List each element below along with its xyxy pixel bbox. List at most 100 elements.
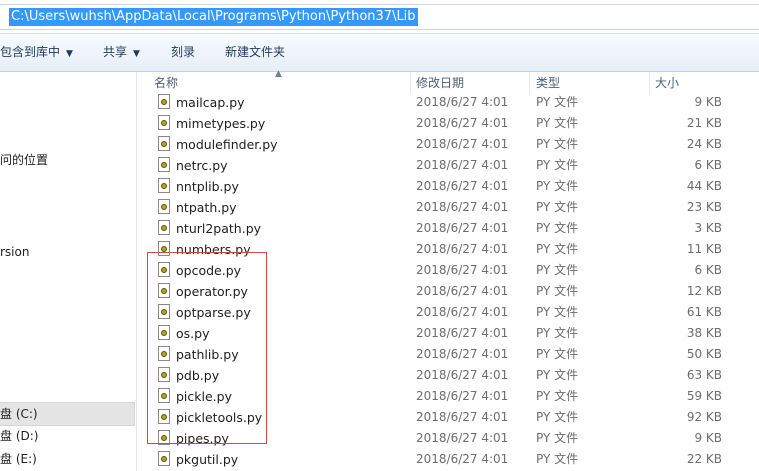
column-header-name[interactable]: 名称 <box>154 72 178 94</box>
address-path[interactable]: C:\Users\wuhsh\AppData\Local\Programs\Py… <box>9 8 418 26</box>
file-size: 92 KB <box>686 410 722 424</box>
file-type: PY 文件 <box>536 347 579 361</box>
file-row[interactable]: optparse.py 2018/6/27 4:01 PY 文件 61 KB <box>146 302 759 323</box>
file-row[interactable]: opcode.py 2018/6/27 4:01 PY 文件 6 KB <box>146 260 759 281</box>
column-divider[interactable] <box>529 72 530 94</box>
file-type: PY 文件 <box>536 242 579 256</box>
column-type-label: 类型 <box>536 76 561 90</box>
file-name: pipes.py <box>176 431 229 446</box>
file-row[interactable]: modulefinder.py 2018/6/27 4:01 PY 文件 24 … <box>146 134 759 155</box>
file-name: opcode.py <box>176 263 242 278</box>
column-header-date[interactable]: 修改日期 <box>416 72 464 94</box>
column-header-size[interactable]: 大小 <box>655 72 679 94</box>
file-name: netrc.py <box>176 158 228 173</box>
sort-up-icon: ▲ <box>275 69 282 79</box>
file-date: 2018/6/27 4:01 <box>416 95 509 109</box>
nav-item-version[interactable]: rsion <box>0 241 134 263</box>
python-file-icon <box>158 346 170 361</box>
nav-item-drive-e[interactable]: 盘 (E:) <box>0 448 134 470</box>
burn-button[interactable]: 刻录 <box>171 34 195 71</box>
file-row[interactable]: pickle.py 2018/6/27 4:01 PY 文件 59 KB <box>146 386 759 407</box>
file-row[interactable]: nntplib.py 2018/6/27 4:01 PY 文件 44 KB <box>146 176 759 197</box>
file-size: 44 KB <box>686 179 722 193</box>
column-divider[interactable] <box>649 72 650 94</box>
file-type: PY 文件 <box>536 200 579 214</box>
file-row[interactable]: pickletools.py 2018/6/27 4:01 PY 文件 92 K… <box>146 407 759 428</box>
file-row[interactable]: operator.py 2018/6/27 4:01 PY 文件 12 KB <box>146 281 759 302</box>
address-bar: C:\Users\wuhsh\AppData\Local\Programs\Py… <box>0 0 759 34</box>
file-name: numbers.py <box>176 242 251 257</box>
file-size: 12 KB <box>686 284 722 298</box>
address-field[interactable]: C:\Users\wuhsh\AppData\Local\Programs\Py… <box>0 4 759 30</box>
file-row[interactable]: os.py 2018/6/27 4:01 PY 文件 38 KB <box>146 323 759 344</box>
file-size: 11 KB <box>686 242 722 256</box>
share-label: 共享 <box>103 45 128 59</box>
file-name: nntplib.py <box>176 179 239 194</box>
navigation-pane: 问的位置 rsion 盘 (C:) 盘 (D:) 盘 (E:) <box>0 72 137 471</box>
nav-item-drive-c[interactable]: 盘 (C:) <box>0 402 135 426</box>
python-file-icon <box>158 220 170 235</box>
file-row[interactable]: netrc.py 2018/6/27 4:01 PY 文件 6 KB <box>146 155 759 176</box>
command-toolbar: 包含到库中 ▼ 共享 ▼ 刻录 新建文件夹 <box>0 34 759 72</box>
python-file-icon <box>158 367 170 382</box>
column-date-label: 修改日期 <box>416 76 465 90</box>
python-file-icon <box>158 157 170 172</box>
column-divider[interactable] <box>410 72 411 94</box>
file-type: PY 文件 <box>536 326 579 340</box>
file-date: 2018/6/27 4:01 <box>416 410 509 424</box>
nav-item-drive-d[interactable]: 盘 (D:) <box>0 425 134 447</box>
file-row[interactable]: pipes.py 2018/6/27 4:01 PY 文件 9 KB <box>146 428 759 449</box>
python-file-icon <box>158 178 170 193</box>
file-date: 2018/6/27 4:01 <box>416 431 509 445</box>
file-size: 23 KB <box>686 200 722 214</box>
file-row[interactable]: mimetypes.py 2018/6/27 4:01 PY 文件 21 KB <box>146 113 759 134</box>
file-type: PY 文件 <box>536 452 579 466</box>
file-name: mimetypes.py <box>176 116 266 131</box>
python-file-icon <box>158 283 170 298</box>
file-size: 61 KB <box>686 305 722 319</box>
nav-item-label: 盘 (C:) <box>0 407 38 421</box>
file-type: PY 文件 <box>536 431 579 445</box>
share-button[interactable]: 共享 ▼ <box>103 34 140 71</box>
nav-item-recent-places[interactable]: 问的位置 <box>0 149 134 171</box>
file-date: 2018/6/27 4:01 <box>416 200 509 214</box>
file-row[interactable]: pdb.py 2018/6/27 4:01 PY 文件 63 KB <box>146 365 759 386</box>
file-date: 2018/6/27 4:01 <box>416 221 509 235</box>
file-type: PY 文件 <box>536 116 579 130</box>
file-name: pickletools.py <box>176 410 263 425</box>
file-row[interactable]: nturl2path.py 2018/6/27 4:01 PY 文件 3 KB <box>146 218 759 239</box>
column-header-type[interactable]: 类型 <box>536 72 560 94</box>
file-name: ntpath.py <box>176 200 237 215</box>
file-size: 6 KB <box>694 158 722 172</box>
column-size-label: 大小 <box>655 76 680 90</box>
file-row[interactable]: pkgutil.py 2018/6/27 4:01 PY 文件 22 KB <box>146 449 759 470</box>
file-type: PY 文件 <box>536 263 579 277</box>
file-size: 24 KB <box>686 137 722 151</box>
python-file-icon <box>158 451 170 466</box>
include-in-library-button[interactable]: 包含到库中 ▼ <box>0 34 73 71</box>
nav-item-label: rsion <box>0 245 30 259</box>
file-date: 2018/6/27 4:01 <box>416 284 509 298</box>
python-file-icon <box>158 199 170 214</box>
python-file-icon <box>158 241 170 256</box>
file-name: nturl2path.py <box>176 221 262 236</box>
file-name: modulefinder.py <box>176 137 278 152</box>
file-row[interactable]: pathlib.py 2018/6/27 4:01 PY 文件 50 KB <box>146 344 759 365</box>
file-date: 2018/6/27 4:01 <box>416 368 509 382</box>
file-row[interactable]: mailcap.py 2018/6/27 4:01 PY 文件 9 KB <box>146 92 759 113</box>
new-folder-button[interactable]: 新建文件夹 <box>225 34 285 71</box>
file-size: 9 KB <box>694 431 722 445</box>
file-name: os.py <box>176 326 210 341</box>
nav-item-label: 问的位置 <box>0 153 49 167</box>
python-file-icon <box>158 115 170 130</box>
file-date: 2018/6/27 4:01 <box>416 347 509 361</box>
python-file-icon <box>158 325 170 340</box>
file-row[interactable]: ntpath.py 2018/6/27 4:01 PY 文件 23 KB <box>146 197 759 218</box>
file-row[interactable]: numbers.py 2018/6/27 4:01 PY 文件 11 KB <box>146 239 759 260</box>
file-date: 2018/6/27 4:01 <box>416 158 509 172</box>
file-type: PY 文件 <box>536 179 579 193</box>
file-size: 50 KB <box>686 347 722 361</box>
file-date: 2018/6/27 4:01 <box>416 179 509 193</box>
file-type: PY 文件 <box>536 368 579 382</box>
python-file-icon <box>158 388 170 403</box>
